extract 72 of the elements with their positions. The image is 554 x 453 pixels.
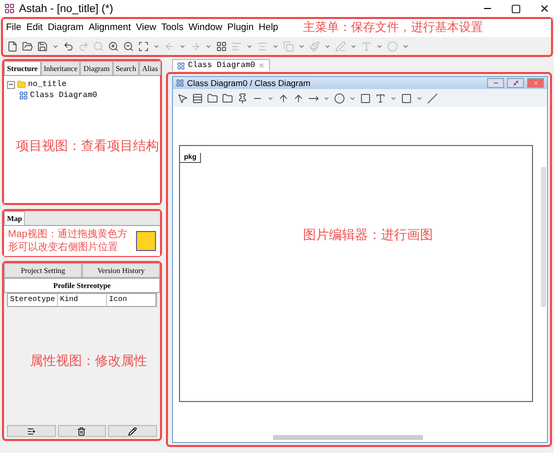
add-list-icon <box>26 426 36 436</box>
menu-item[interactable]: Tools <box>161 22 184 34</box>
annotation-text: 图片编辑器：进行画图 <box>303 227 433 244</box>
scrollbar[interactable] <box>541 167 546 307</box>
zoom-out-icon[interactable] <box>123 40 134 52</box>
folder-icon <box>17 80 26 89</box>
text-icon[interactable] <box>375 92 386 104</box>
caret-icon[interactable] <box>402 42 409 50</box>
caret-icon[interactable] <box>267 94 274 102</box>
class-icon[interactable] <box>192 92 203 104</box>
menu-item[interactable]: Diagram <box>48 22 84 34</box>
scrollbar[interactable] <box>273 435 423 440</box>
menu-item[interactable]: Window <box>188 22 222 34</box>
tree-item[interactable]: no_title <box>28 80 66 89</box>
edit-button[interactable] <box>108 425 157 437</box>
caret-icon[interactable] <box>205 42 212 50</box>
minimize-icon <box>492 80 498 86</box>
diagram-icon <box>176 79 184 87</box>
menu-item[interactable]: Help <box>258 22 278 34</box>
map-viewport[interactable] <box>136 231 156 251</box>
caret-icon[interactable] <box>416 94 423 102</box>
annotation-text: 属性视图：修改属性 <box>30 353 147 370</box>
pencil-icon <box>128 426 138 436</box>
add-button[interactable] <box>7 425 56 437</box>
caret-icon[interactable] <box>179 42 186 50</box>
zoom-in-icon[interactable] <box>108 40 119 52</box>
restore-icon <box>512 80 518 86</box>
caret-icon[interactable] <box>390 94 397 102</box>
grid-icon[interactable] <box>216 40 227 52</box>
menu-item[interactable]: Alignment <box>88 22 131 34</box>
rectangle-icon[interactable] <box>401 92 412 104</box>
diagram-icon <box>19 91 28 100</box>
menu-item[interactable]: Plugin <box>227 22 254 34</box>
caret-icon[interactable] <box>52 42 59 50</box>
app-icon <box>4 3 15 14</box>
undo-icon[interactable] <box>63 40 74 52</box>
delete-button[interactable] <box>58 425 106 437</box>
caret-icon[interactable] <box>272 42 279 50</box>
caret-icon[interactable] <box>298 42 305 50</box>
package-icon[interactable] <box>207 92 218 104</box>
fit-icon[interactable] <box>138 40 149 52</box>
annotation-text: 项目视图：查看项目结构 <box>16 138 159 155</box>
caret-icon[interactable] <box>349 94 356 102</box>
menu-item[interactable]: View <box>136 22 156 34</box>
expander-icon[interactable] <box>7 80 15 88</box>
menu-item[interactable]: File <box>6 22 22 34</box>
annotation-text: 主菜单：保存文件，进行基本设置 <box>303 20 483 36</box>
trash-icon <box>77 426 86 436</box>
folder-icon[interactable] <box>22 40 33 52</box>
restore-button[interactable] <box>507 78 524 88</box>
pointer-icon[interactable] <box>177 92 188 104</box>
diagram-window-title: Class Diagram0 / Class Diagram <box>187 78 312 88</box>
close-icon[interactable] <box>539 3 550 14</box>
pin-icon[interactable] <box>237 92 248 104</box>
caret-icon[interactable] <box>323 94 330 102</box>
new-file-icon[interactable] <box>7 40 18 52</box>
close-icon <box>532 80 538 86</box>
caret-icon[interactable] <box>153 42 160 50</box>
caret-icon[interactable] <box>246 42 253 50</box>
diagram-icon <box>177 62 185 70</box>
tree-item[interactable]: Class Diagram0 <box>30 91 98 100</box>
window-title: Astah - [no_title] (*) <box>19 2 114 14</box>
menu-item[interactable]: Edit <box>26 22 43 34</box>
line-icon[interactable] <box>427 92 438 104</box>
caret-icon[interactable] <box>376 42 383 50</box>
maximize-icon[interactable] <box>511 4 521 14</box>
caret-icon[interactable] <box>350 42 357 50</box>
annotation-text: Map视图：通过拖拽黄色方形可以改变右侧图片位置 <box>8 228 128 254</box>
minimize-button[interactable] <box>487 78 504 88</box>
save-icon[interactable] <box>37 40 48 52</box>
caret-icon[interactable] <box>324 42 331 50</box>
editor-tab[interactable]: Class Diagram0 <box>172 59 270 71</box>
